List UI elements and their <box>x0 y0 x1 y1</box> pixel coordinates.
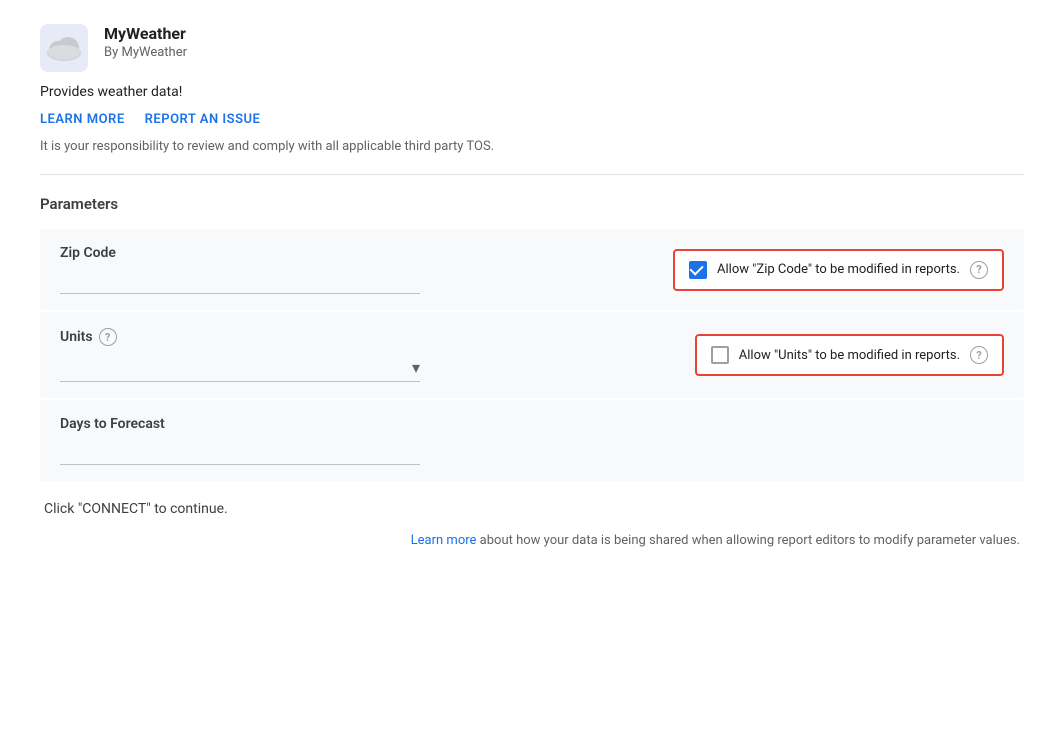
days-to-forecast-label: Days to Forecast <box>60 416 540 432</box>
days-to-forecast-row: Days to Forecast <box>40 400 1024 481</box>
parameters-section: Parameters Zip Code Allow "Zip Code" to … <box>40 195 1024 481</box>
footer-text: Learn more about how your data is being … <box>44 533 1020 548</box>
units-checkbox-unchecked <box>711 346 729 364</box>
parameters-title: Parameters <box>40 195 1024 213</box>
zip-code-left: Zip Code <box>60 245 540 294</box>
app-header: MyWeather By MyWeather <box>40 24 1024 72</box>
report-issue-link[interactable]: REPORT AN ISSUE <box>145 112 261 127</box>
bottom-section: Click "CONNECT" to continue. Learn more … <box>40 501 1024 548</box>
footer-description: about how your data is being shared when… <box>480 533 1020 548</box>
app-by: By MyWeather <box>104 45 187 60</box>
app-icon <box>40 24 88 72</box>
units-row: Units ? Imperial Metric ▾ <box>40 312 1024 398</box>
units-label-help-icon[interactable]: ? <box>99 328 117 346</box>
days-to-forecast-left: Days to Forecast <box>60 416 540 465</box>
units-label: Units ? <box>60 328 540 346</box>
zip-code-right: Allow "Zip Code" to be modified in repor… <box>540 249 1004 291</box>
zip-code-row: Zip Code Allow "Zip Code" to be modified… <box>40 229 1024 310</box>
click-connect-text: Click "CONNECT" to continue. <box>44 501 1020 517</box>
app-name: MyWeather <box>104 24 187 43</box>
zip-code-label: Zip Code <box>60 245 540 261</box>
zip-code-allow-text: Allow "Zip Code" to be modified in repor… <box>717 262 960 277</box>
zip-code-checkbox[interactable] <box>689 261 707 279</box>
units-chevron-icon: ▾ <box>412 358 420 377</box>
zip-code-help-icon[interactable]: ? <box>970 261 988 279</box>
cloud-icon <box>45 35 83 61</box>
units-select-wrapper: Imperial Metric ▾ <box>60 354 420 382</box>
units-checkbox[interactable] <box>711 346 729 364</box>
tos-text: It is your responsibility to review and … <box>40 139 1024 154</box>
learn-more-link[interactable]: LEARN MORE <box>40 112 125 127</box>
footer-learn-more-link[interactable]: Learn more <box>411 533 477 548</box>
app-links: LEARN MORE REPORT AN ISSUE <box>40 112 1024 127</box>
zip-code-checkbox-checked <box>689 261 707 279</box>
section-divider <box>40 174 1024 175</box>
app-title-block: MyWeather By MyWeather <box>104 24 187 60</box>
units-allow-text: Allow "Units" to be modified in reports. <box>739 348 960 363</box>
units-select[interactable]: Imperial Metric <box>60 360 412 376</box>
units-left: Units ? Imperial Metric ▾ <box>60 328 540 382</box>
app-description: Provides weather data! <box>40 84 1024 100</box>
days-to-forecast-input[interactable] <box>60 440 420 465</box>
units-allow-box: Allow "Units" to be modified in reports.… <box>695 334 1004 376</box>
zip-code-input[interactable] <box>60 269 420 294</box>
units-help-icon[interactable]: ? <box>970 346 988 364</box>
units-right: Allow "Units" to be modified in reports.… <box>540 334 1004 376</box>
zip-code-allow-box: Allow "Zip Code" to be modified in repor… <box>673 249 1004 291</box>
